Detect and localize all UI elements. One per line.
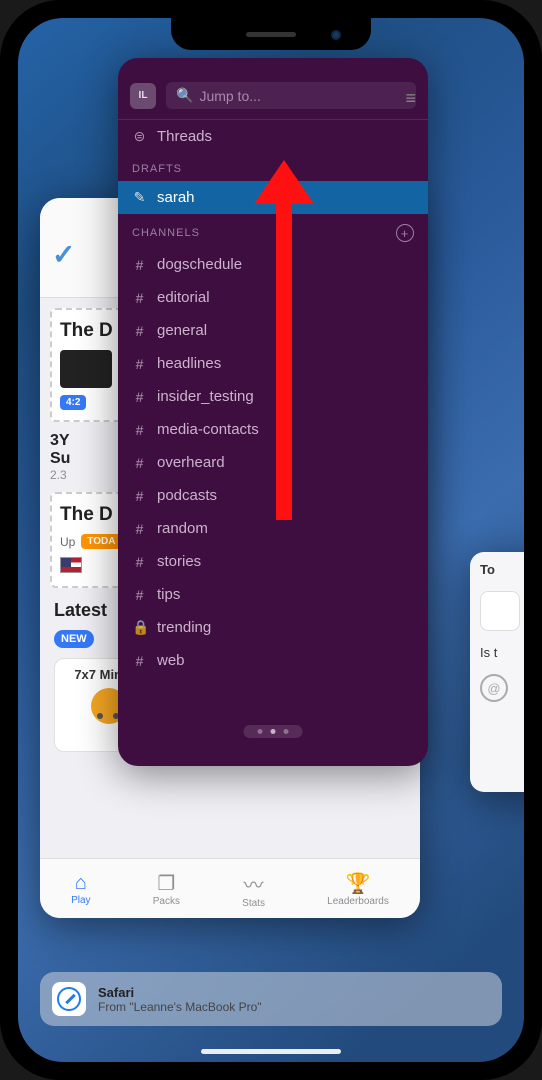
hash-icon: # — [132, 389, 147, 405]
tab-packs[interactable]: ❐Packs — [153, 871, 180, 907]
channel-overheard[interactable]: # overheard — [118, 446, 428, 479]
channel-web[interactable]: # web — [118, 644, 428, 677]
draft-label: sarah — [157, 189, 195, 206]
threads-row[interactable]: ⊜ Threads — [118, 120, 428, 153]
channel-label: media-contacts — [157, 421, 259, 438]
channel-label: headlines — [157, 355, 221, 372]
draft-item-sarah[interactable]: ✎ sarah — [118, 181, 428, 214]
trophy-icon: 🏆 — [327, 871, 389, 896]
hash-icon: # — [132, 356, 147, 372]
hash-icon: # — [132, 323, 147, 339]
hash-icon: # — [132, 422, 147, 438]
new-badge: NEW — [54, 630, 94, 648]
channel-tips[interactable]: # tips — [118, 578, 428, 611]
notch — [171, 18, 371, 50]
tab-leaderboards[interactable]: 🏆Leaderboards — [327, 871, 389, 907]
app-card-slack[interactable]: IL 🔍 Jump to... ≡ ⊜ Threads DRAFTS ✎ sar… — [118, 58, 428, 766]
hash-icon: # — [132, 257, 147, 273]
channel-label: random — [157, 520, 208, 537]
channel-label: web — [157, 652, 185, 669]
hash-icon: # — [132, 488, 147, 504]
handoff-banner[interactable]: Safari From "Leanne's MacBook Pro" — [40, 972, 502, 1026]
at-icon: @ — [480, 674, 508, 702]
add-channel-button[interactable]: + — [396, 224, 414, 242]
hamburger-icon[interactable]: ≡ — [405, 88, 416, 109]
peek-thumbnail — [480, 591, 520, 631]
channel-trending[interactable]: 🔒 trending — [118, 611, 428, 644]
channel-label: tips — [157, 586, 180, 603]
jump-placeholder: Jump to... — [199, 88, 260, 104]
today-pill: TODA — [81, 534, 121, 549]
hash-icon: # — [132, 554, 147, 570]
hash-icon: # — [132, 521, 147, 537]
safari-icon — [52, 982, 86, 1016]
channel-label: overheard — [157, 454, 225, 471]
workspace-avatar[interactable]: IL — [130, 83, 156, 109]
channel-label: trending — [157, 619, 211, 636]
hash-icon: # — [132, 290, 147, 306]
channel-label: general — [157, 322, 207, 339]
tab-play[interactable]: ⌂Play — [71, 872, 90, 906]
channel-label: editorial — [157, 289, 210, 306]
lock-icon: 🔒 — [132, 619, 147, 636]
hash-icon: # — [132, 653, 147, 669]
pill-up: Up — [60, 535, 75, 549]
channels-header[interactable]: CHANNELS + — [118, 214, 428, 248]
handoff-app: Safari — [98, 985, 262, 1000]
checkmark-icon: ✓ — [52, 238, 75, 271]
peek-line: Is t — [480, 645, 524, 660]
threads-icon: ⊜ — [132, 128, 147, 145]
channel-headlines[interactable]: # headlines — [118, 347, 428, 380]
stack-icon: ❐ — [153, 871, 180, 896]
time-pill: 4:2 — [60, 395, 86, 410]
jump-to-search[interactable]: 🔍 Jump to... — [166, 82, 416, 109]
channel-label: dogschedule — [157, 256, 242, 273]
channel-label: insider_testing — [157, 388, 254, 405]
page-indicator[interactable] — [244, 725, 303, 738]
channel-insider_testing[interactable]: # insider_testing — [118, 380, 428, 413]
channel-podcasts[interactable]: # podcasts — [118, 479, 428, 512]
home-indicator[interactable] — [201, 1049, 341, 1054]
tab-stats[interactable]: 〰Stats — [242, 869, 265, 909]
home-icon: ⌂ — [71, 872, 90, 895]
peek-header: To — [480, 562, 524, 577]
app-card-right-peek[interactable]: To Is t @ — [470, 552, 524, 792]
threads-label: Threads — [157, 128, 212, 145]
channel-dogschedule[interactable]: # dogschedule — [118, 248, 428, 281]
search-icon: 🔍 — [176, 87, 193, 104]
hash-icon: # — [132, 587, 147, 603]
flag-icon — [60, 557, 82, 573]
hash-icon: # — [132, 455, 147, 471]
tab-bar: ⌂Play ❐Packs 〰Stats 🏆Leaderboards — [40, 858, 420, 918]
channel-general[interactable]: # general — [118, 314, 428, 347]
channel-label: podcasts — [157, 487, 217, 504]
channel-editorial[interactable]: # editorial — [118, 281, 428, 314]
channel-media-contacts[interactable]: # media-contacts — [118, 413, 428, 446]
channel-label: stories — [157, 553, 201, 570]
handoff-source: From "Leanne's MacBook Pro" — [98, 1000, 262, 1014]
channel-stories[interactable]: # stories — [118, 545, 428, 578]
drafts-header[interactable]: DRAFTS — [118, 153, 428, 181]
chart-icon: 〰 — [242, 869, 265, 898]
channel-random[interactable]: # random — [118, 512, 428, 545]
pencil-icon: ✎ — [132, 189, 147, 206]
